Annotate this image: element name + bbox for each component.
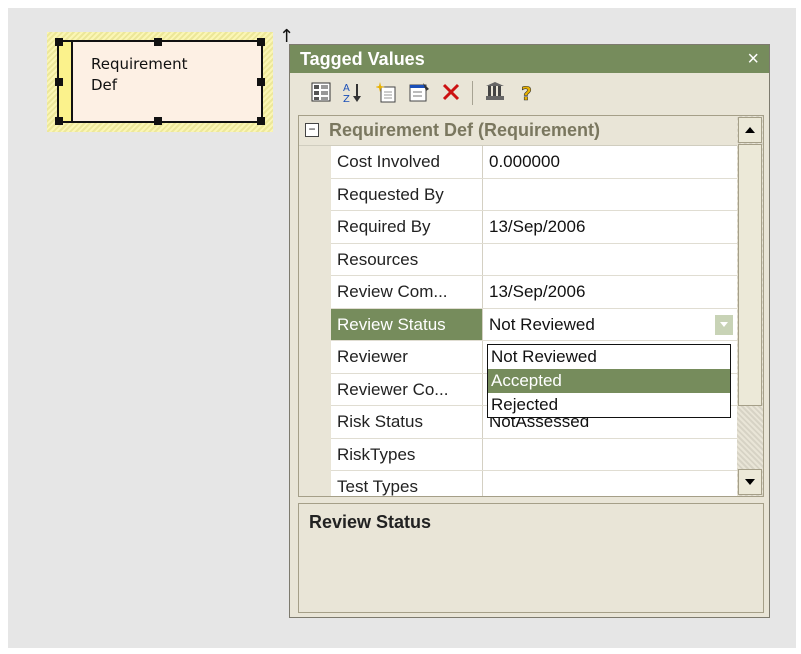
properties-grid: − Requirement Def (Requirement) Cost Inv… xyxy=(298,115,764,497)
description-panel: Review Status xyxy=(298,503,764,613)
resize-handle-n[interactable] xyxy=(154,38,162,46)
delete-button[interactable] xyxy=(436,77,466,107)
property-name: Review Status xyxy=(331,308,483,340)
review-status-dropdown[interactable]: Not Reviewed Accepted Rejected xyxy=(487,344,731,418)
svg-text:?: ? xyxy=(521,83,532,103)
property-value[interactable]: 0.000000 xyxy=(489,146,560,177)
property-name: Cost Involved xyxy=(331,146,483,178)
categorized-view-icon xyxy=(311,82,331,102)
resize-handle-e[interactable] xyxy=(257,78,265,86)
property-name: Reviewer xyxy=(331,341,483,373)
property-row-review-completed[interactable]: Review Com... 13/Sep/2006 xyxy=(331,276,739,309)
dropdown-option-accepted[interactable]: Accepted xyxy=(488,369,730,393)
property-name: Risk Status xyxy=(331,406,483,438)
delete-icon xyxy=(442,83,460,101)
chevron-down-icon xyxy=(720,322,728,327)
category-title: Requirement Def (Requirement) xyxy=(329,120,601,140)
property-name: Reviewer Co... xyxy=(331,373,483,405)
property-row-resources[interactable]: Resources xyxy=(331,243,739,276)
arrow-up-icon xyxy=(745,127,755,133)
columns-button[interactable] xyxy=(480,77,510,107)
resize-handle-w[interactable] xyxy=(55,78,63,86)
property-name: Resources xyxy=(331,243,483,275)
properties-icon xyxy=(409,83,429,102)
property-name: Test Types xyxy=(331,471,483,496)
svg-text:A: A xyxy=(343,83,350,94)
property-name: Requested By xyxy=(331,178,483,210)
window-title: Tagged Values xyxy=(300,49,425,69)
toolbar-separator xyxy=(472,81,473,105)
property-value[interactable]: 13/Sep/2006 xyxy=(489,211,585,242)
element-name-line1: Requirement xyxy=(91,55,188,73)
property-row-required-by[interactable]: Required By 13/Sep/2006 xyxy=(331,211,739,244)
grid-gutter xyxy=(299,146,331,496)
property-row-test-types[interactable]: Test Types xyxy=(331,471,739,496)
columns-icon xyxy=(486,82,504,100)
element-name-line2: Def xyxy=(91,76,118,94)
help-icon: ? xyxy=(521,83,533,103)
close-icon[interactable]: × xyxy=(747,48,759,71)
category-header[interactable]: − Requirement Def (Requirement) xyxy=(299,116,739,146)
resize-handle-ne[interactable] xyxy=(257,38,265,46)
property-name: Required By xyxy=(331,211,483,243)
new-tag-icon xyxy=(376,82,396,103)
vertical-scrollbar[interactable] xyxy=(737,116,763,496)
scroll-up-button[interactable] xyxy=(738,117,762,143)
scroll-thumb[interactable] xyxy=(738,144,762,406)
arrow-down-icon xyxy=(745,479,755,485)
window-title-bar[interactable]: Tagged Values × xyxy=(290,45,769,73)
resize-handle-se[interactable] xyxy=(257,117,265,125)
combo-value: Not Reviewed xyxy=(489,314,595,334)
property-row-review-status[interactable]: Review Status Not Reviewed xyxy=(331,308,739,341)
property-row-cost-involved[interactable]: Cost Involved 0.000000 xyxy=(331,146,739,179)
alphabetical-sort-icon: A Z xyxy=(343,83,361,103)
requirement-element[interactable]: Requirement Def xyxy=(57,40,263,123)
dropdown-option-not-reviewed[interactable]: Not Reviewed xyxy=(488,345,730,369)
property-row-requested-by[interactable]: Requested By xyxy=(331,178,739,211)
property-name: Review Com... xyxy=(331,276,483,308)
tagged-values-window: Tagged Values × A Z ? − Requirement Def … xyxy=(289,44,770,618)
property-rows: Cost Involved 0.000000 Requested By Requ… xyxy=(331,146,739,496)
collapse-toggle[interactable]: − xyxy=(305,123,319,137)
property-name: RiskTypes xyxy=(331,438,483,470)
resize-handle-s[interactable] xyxy=(154,117,162,125)
resize-handle-sw[interactable] xyxy=(55,117,63,125)
dropdown-option-rejected[interactable]: Rejected xyxy=(488,393,730,417)
resize-handle-nw[interactable] xyxy=(55,38,63,46)
new-tag-button[interactable] xyxy=(372,77,402,107)
property-value[interactable]: 13/Sep/2006 xyxy=(489,276,585,307)
description-title: Review Status xyxy=(309,512,432,532)
properties-button[interactable] xyxy=(404,77,434,107)
toolbar: A Z ? xyxy=(300,75,760,111)
categorized-view-button[interactable] xyxy=(306,77,336,107)
scroll-down-button[interactable] xyxy=(738,469,762,495)
svg-text:Z: Z xyxy=(343,94,350,103)
review-status-combo[interactable]: Not Reviewed xyxy=(484,309,739,341)
property-row-risk-types[interactable]: RiskTypes xyxy=(331,438,739,471)
help-button[interactable]: ? xyxy=(512,77,542,107)
element-name: Requirement Def xyxy=(91,54,187,96)
combo-dropdown-button[interactable] xyxy=(715,314,733,335)
alphabetical-sort-button[interactable]: A Z xyxy=(338,77,368,107)
